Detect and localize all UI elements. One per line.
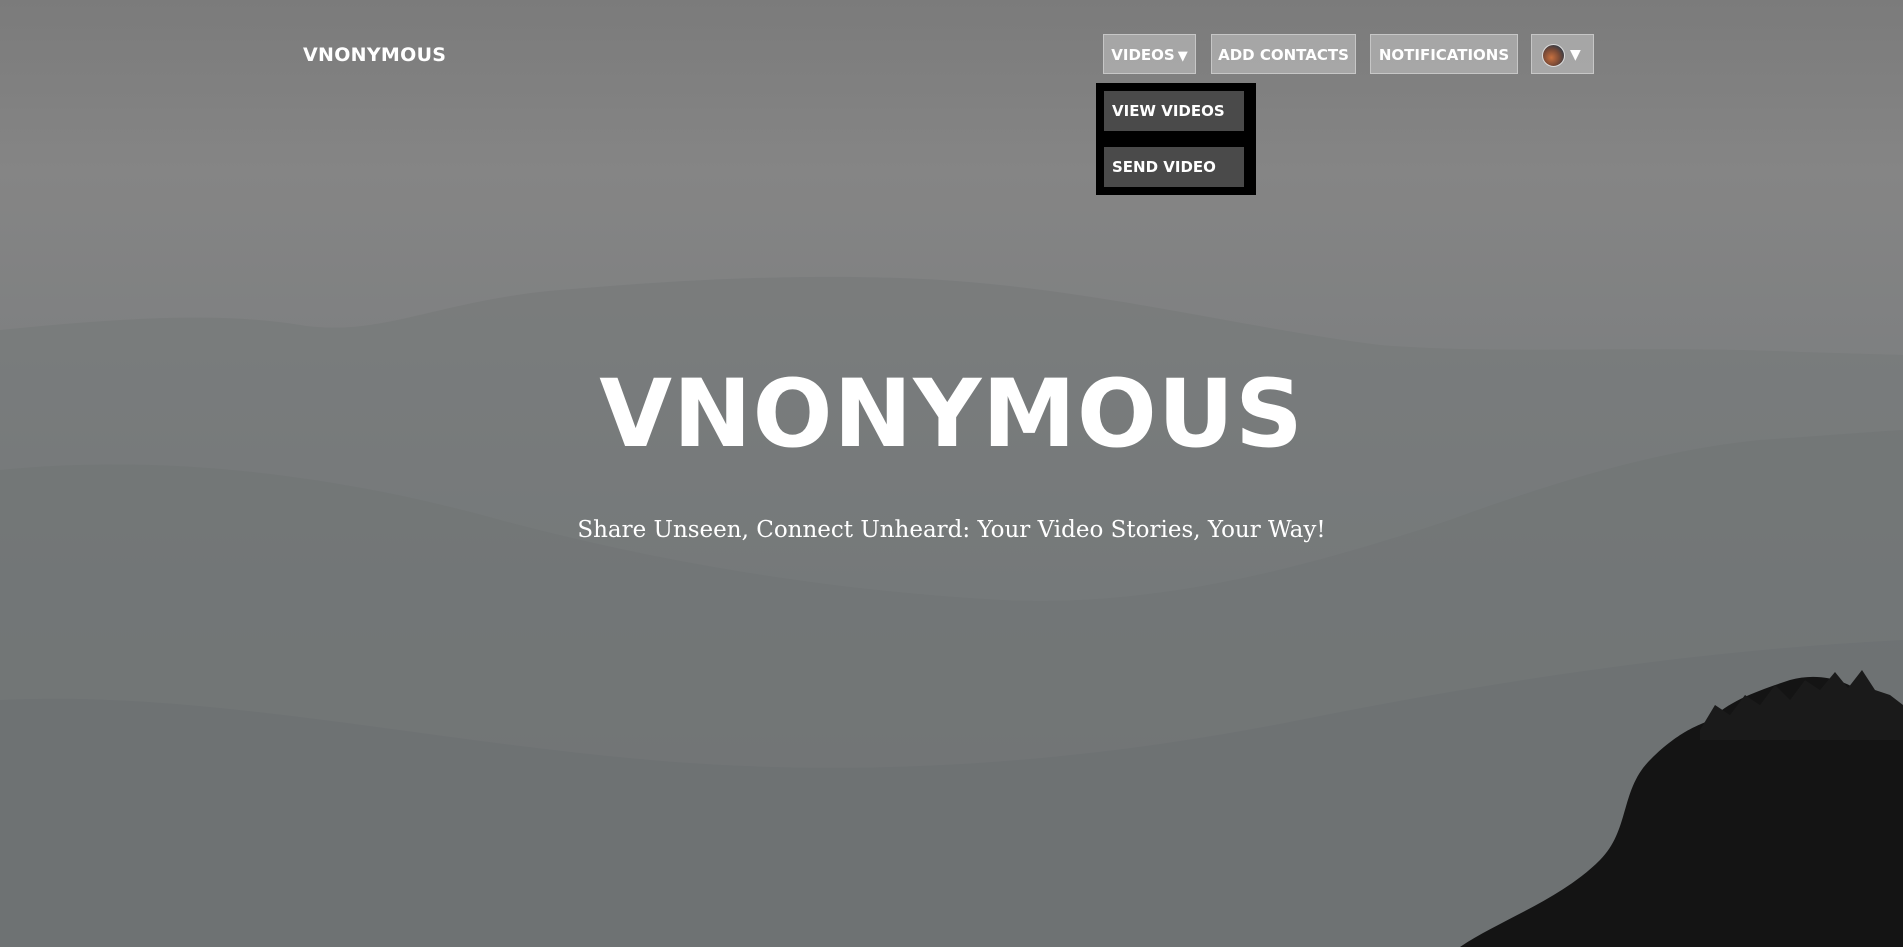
nav-add-contacts-label: ADD CONTACTS	[1218, 46, 1349, 64]
hero-subtitle: Share Unseen, Connect Unheard: Your Vide…	[577, 517, 1326, 543]
nav-notifications-label: NOTIFICATIONS	[1378, 46, 1510, 64]
brand-logo-text[interactable]: VNONYMOUS	[303, 44, 446, 66]
nav-videos-label: VIDEOS	[1111, 46, 1175, 64]
landing-page: VNONYMOUS VIDEOS ▼ ADD CONTACTS NOTIFICAT…	[0, 0, 1903, 947]
account-menu-button[interactable]: ▼	[1531, 34, 1594, 74]
avatar-icon	[1542, 44, 1565, 67]
caret-down-icon: ▼	[1177, 49, 1188, 64]
videos-dropdown-menu: VIEW VIDEOS SEND VIDEO	[1096, 83, 1256, 195]
hero-title: VNONYMOUS	[599, 360, 1304, 469]
dropdown-item-send-video[interactable]: SEND VIDEO	[1104, 147, 1244, 187]
mountain-background-image	[0, 276, 1903, 947]
nav-add-contacts-button[interactable]: ADD CONTACTS	[1211, 34, 1356, 74]
caret-down-icon: ▼	[1570, 47, 1581, 63]
nav-videos-button[interactable]: VIDEOS ▼	[1103, 34, 1196, 74]
dropdown-item-view-videos[interactable]: VIEW VIDEOS	[1104, 91, 1244, 131]
nav-notifications-button[interactable]: NOTIFICATIONS	[1370, 34, 1518, 74]
